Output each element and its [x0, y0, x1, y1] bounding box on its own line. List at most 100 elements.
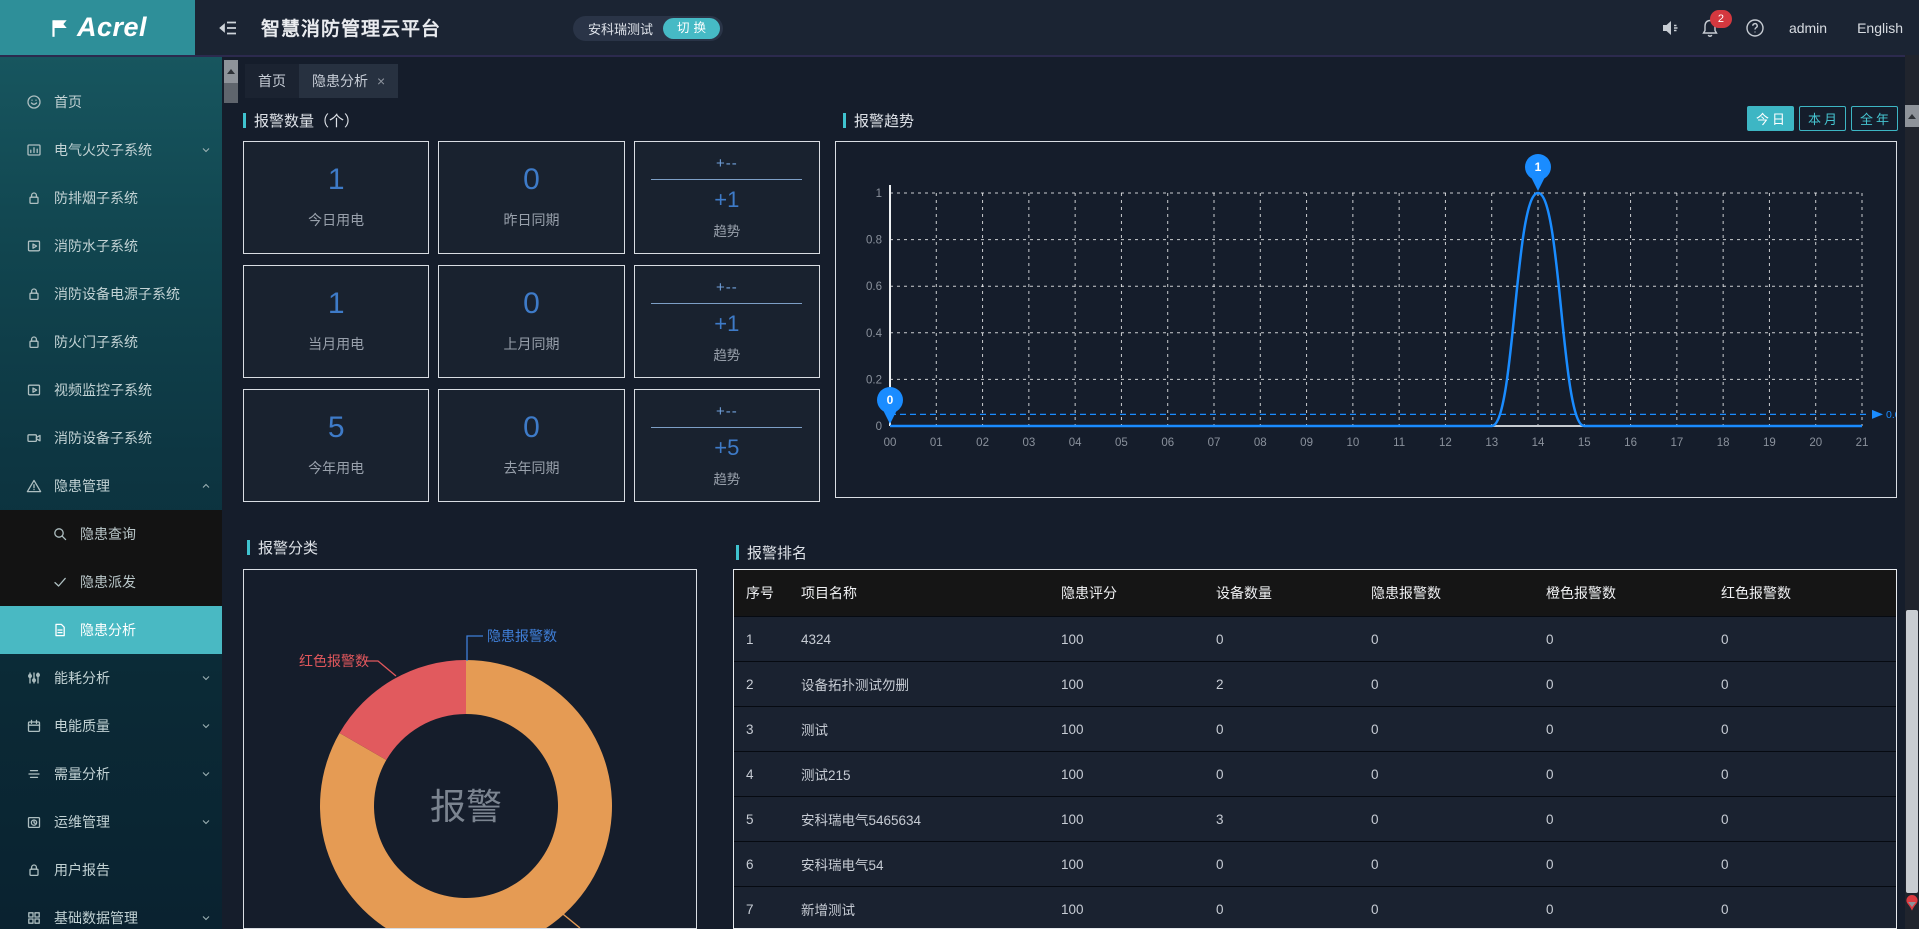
table-cell: 0	[1534, 677, 1709, 692]
app-window: Acrel 智慧消防管理云平台 安科瑞测试 切换	[0, 0, 1919, 929]
chevron-down-icon	[200, 768, 212, 780]
table-cell: 测试	[789, 719, 1049, 739]
svg-text:0.8: 0.8	[866, 235, 882, 247]
sidebar-item[interactable]: 视频监控子系统	[0, 366, 222, 414]
sidebar: 首页电气火灾子系统防排烟子系统消防水子系统消防设备电源子系统防火门子系统视频监控…	[0, 55, 222, 929]
scroll-down-icon[interactable]	[1908, 907, 1916, 925]
table-cell: 隐患报警数	[1359, 583, 1534, 603]
table-cell: 项目名称	[789, 583, 1049, 603]
table-cell: 设备拓扑测试勿删	[789, 674, 1049, 694]
svg-text:00: 00	[884, 437, 897, 449]
table-row[interactable]: 5安科瑞电气54656341003000	[734, 796, 1896, 841]
page-scrollbar-thumb[interactable]	[1906, 610, 1918, 893]
sidebar-item[interactable]: 隐患派发	[0, 558, 222, 606]
sidebar-item[interactable]: 需量分析	[0, 750, 222, 798]
sidebar-item[interactable]: 能耗分析	[0, 654, 222, 702]
table-row[interactable]: 2设备拓扑测试勿删1002000	[734, 661, 1896, 706]
sidebar-item-label: 电气火灾子系统	[54, 140, 200, 160]
sidebar-item[interactable]: 用户报告	[0, 846, 222, 894]
sidebar-item-label: 基础数据管理	[54, 908, 200, 928]
table-cell: 100	[1049, 677, 1204, 692]
sidebar-scrollbar-thumb[interactable]	[224, 83, 238, 103]
table-cell: 100	[1049, 722, 1204, 737]
help-icon[interactable]	[1745, 18, 1765, 38]
sidebar-item[interactable]: 首页	[0, 78, 222, 126]
sidebar-item[interactable]: 防火门子系统	[0, 318, 222, 366]
table-row[interactable]: 4测试2151000000	[734, 751, 1896, 796]
sidebar-item[interactable]: 消防设备电源子系统	[0, 270, 222, 318]
table-cell: 0	[1359, 902, 1534, 917]
panel-title-alarm-trend: 报警趋势	[843, 110, 914, 131]
sidebar-menu: 首页电气火灾子系统防排烟子系统消防水子系统消防设备电源子系统防火门子系统视频监控…	[0, 55, 222, 929]
tab-bar: 首页隐患分析×	[245, 64, 398, 98]
home-icon	[26, 94, 42, 110]
table-cell: 红色报警数	[1709, 583, 1896, 603]
sidebar-item-label: 防排烟子系统	[54, 188, 212, 208]
sidebar-submenu: 隐患查询隐患派发隐患分析	[0, 510, 222, 654]
brand-logo: Acrel	[0, 0, 195, 55]
svg-text:17: 17	[1670, 437, 1683, 449]
table-cell: 5	[734, 812, 789, 827]
list-icon	[26, 766, 42, 782]
chevron-down-icon	[200, 672, 212, 684]
notification-bell-icon[interactable]: 2	[1701, 18, 1719, 38]
chevron-up-icon	[200, 480, 212, 492]
sidebar-item[interactable]: 电能质量	[0, 702, 222, 750]
sidebar-item[interactable]: 隐患分析	[0, 606, 222, 654]
table-cell: 0	[1709, 902, 1896, 917]
table-cell: 0	[1534, 767, 1709, 782]
table-cell: 0	[1709, 812, 1896, 827]
scroll-up-icon[interactable]	[224, 60, 238, 83]
language-switch[interactable]: English	[1857, 20, 1903, 36]
meter-icon	[26, 670, 42, 686]
sidebar-item[interactable]: 消防设备子系统	[0, 414, 222, 462]
sidebar-item[interactable]: 消防水子系统	[0, 222, 222, 270]
table-row[interactable]: 7新增测试1000000	[734, 886, 1896, 929]
alarm-category-donut: 隐患报警数红色报警数报警	[244, 570, 696, 928]
app-title: 智慧消防管理云平台	[261, 14, 441, 41]
switch-project-button[interactable]: 切换	[663, 18, 720, 39]
table-row[interactable]: 3测试1000000	[734, 706, 1896, 751]
table-header: 序号项目名称隐患评分设备数量隐患报警数橙色报警数红色报警数	[734, 570, 1896, 616]
sidebar-item[interactable]: 基础数据管理	[0, 894, 222, 929]
tab-active[interactable]: 隐患分析×	[299, 64, 398, 98]
trend-divider	[651, 179, 802, 180]
table-cell: 0	[1359, 632, 1534, 647]
sidebar-item-label: 消防设备子系统	[54, 428, 212, 448]
sidebar-scrollbar[interactable]	[224, 60, 238, 103]
stat-card: 0昨日同期	[438, 141, 624, 254]
sound-icon[interactable]	[1661, 19, 1681, 37]
svg-text:18: 18	[1717, 437, 1730, 449]
menu-fold-icon[interactable]	[219, 18, 239, 38]
sidebar-item-label: 电能质量	[54, 716, 200, 736]
table-row[interactable]: 143241000000	[734, 616, 1896, 661]
stat-label: 上月同期	[503, 334, 559, 354]
monitor-icon	[26, 382, 42, 398]
trend-divider	[651, 427, 802, 428]
panel-title-alarm-ranking: 报警排名	[736, 542, 807, 563]
sidebar-item[interactable]: 隐患查询	[0, 510, 222, 558]
sidebar-item[interactable]: 运维管理	[0, 798, 222, 846]
stat-label: 今日用电	[308, 210, 364, 230]
sidebar-item[interactable]: 电气火灾子系统	[0, 126, 222, 174]
range-button[interactable]: 今日	[1747, 106, 1794, 131]
range-button[interactable]: 全年	[1851, 106, 1898, 131]
sidebar-item[interactable]: 隐患管理	[0, 462, 222, 510]
close-icon[interactable]: ×	[377, 74, 385, 88]
svg-text:21: 21	[1856, 437, 1869, 449]
user-menu[interactable]: admin	[1789, 20, 1827, 36]
table-cell: 7	[734, 902, 789, 917]
range-button[interactable]: 本月	[1799, 106, 1846, 131]
chevron-down-icon	[200, 816, 212, 828]
tab-item[interactable]: 首页	[245, 64, 299, 98]
lock-icon	[26, 190, 42, 206]
svg-text:14: 14	[1532, 437, 1545, 449]
scroll-up-icon[interactable]	[1905, 105, 1919, 127]
sidebar-item-label: 消防设备电源子系统	[54, 284, 212, 304]
sidebar-item[interactable]: 防排烟子系统	[0, 174, 222, 222]
trend-label: 趋势	[713, 344, 740, 364]
notification-badge: 2	[1710, 10, 1732, 28]
table-row[interactable]: 6安科瑞电气541000000	[734, 841, 1896, 886]
page-scrollbar[interactable]	[1905, 55, 1919, 929]
logo-text: Acrel	[77, 12, 147, 43]
